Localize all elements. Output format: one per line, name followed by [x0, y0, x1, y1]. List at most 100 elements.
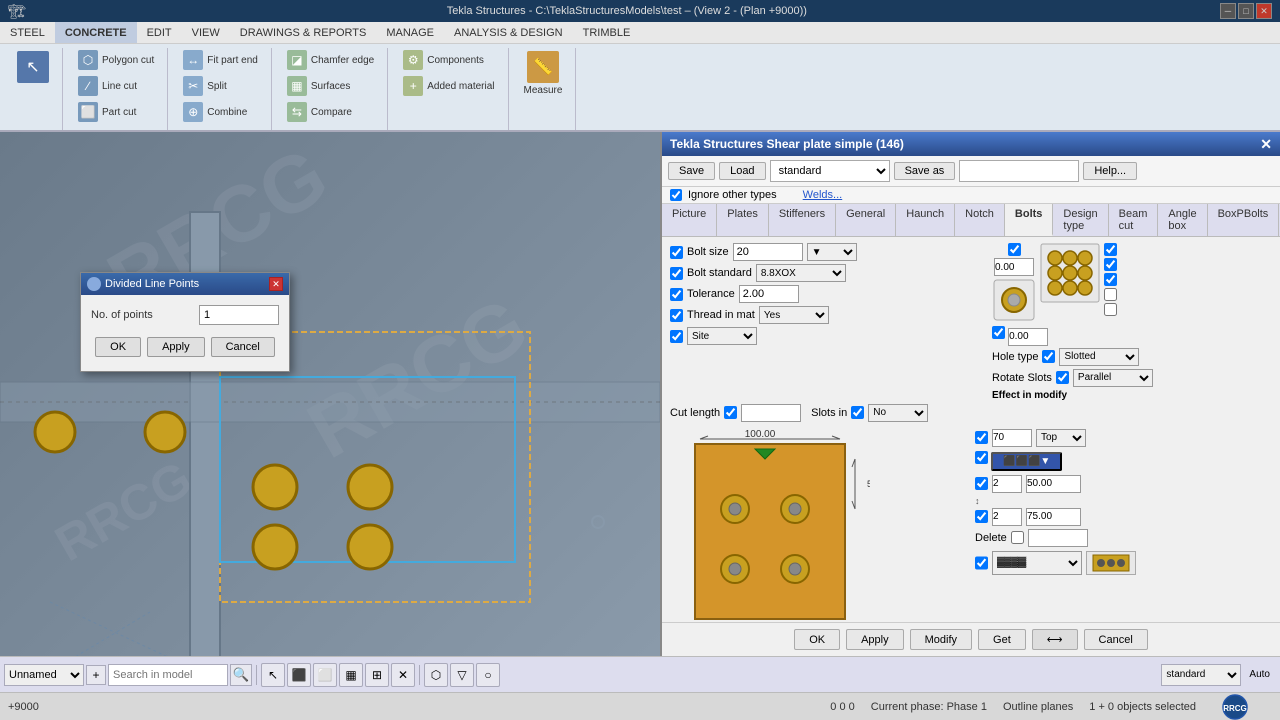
cb1[interactable]	[1104, 243, 1117, 256]
ignore-checkbox[interactable]	[670, 189, 682, 201]
rotate-slots-checkbox[interactable]	[1056, 371, 1069, 384]
line-cut-button[interactable]: ∕ Line cut	[73, 74, 159, 98]
bolt-size-select[interactable]: ▼	[807, 243, 857, 261]
help-button[interactable]: Help...	[1083, 162, 1137, 180]
tab-plates[interactable]: Plates	[717, 204, 769, 236]
footer-ok-button[interactable]: OK	[794, 629, 840, 650]
tab-notch[interactable]: Notch	[955, 204, 1005, 236]
spacing2-input[interactable]	[1026, 508, 1081, 526]
pos-checkbox[interactable]	[975, 431, 988, 444]
tool-btn-2[interactable]: ▽	[450, 663, 474, 687]
pos-input[interactable]	[992, 429, 1032, 447]
num-points-input[interactable]	[199, 305, 279, 325]
search-button[interactable]: 🔍	[230, 664, 252, 686]
connection-type-select[interactable]: ▓▓▓▓	[992, 551, 1082, 575]
footer-get-button[interactable]: Get	[978, 629, 1026, 650]
tolerance-checkbox[interactable]	[670, 288, 683, 301]
hole-type-select[interactable]: Slotted	[1059, 348, 1139, 366]
conn-type-checkbox[interactable]	[975, 551, 988, 575]
compare-button[interactable]: ⇆ Compare	[282, 100, 379, 124]
tab-design-type[interactable]: Design type	[1053, 204, 1108, 236]
tolerance-input[interactable]	[739, 285, 799, 303]
select-btn-5[interactable]: ⊞	[365, 663, 389, 687]
bolt-standard-select[interactable]: 8.8XOX	[756, 264, 846, 282]
footer-modify-button[interactable]: Modify	[910, 629, 972, 650]
select-btn-2[interactable]: ⬛	[287, 663, 311, 687]
footer-apply-button[interactable]: Apply	[846, 629, 904, 650]
tab-general[interactable]: General	[836, 204, 896, 236]
fit-part-end-button[interactable]: ↔ Fit part end	[178, 48, 263, 72]
val2-cb[interactable]	[992, 326, 1005, 339]
dialog-title-bar[interactable]: Divided Line Points ✕	[81, 273, 289, 295]
conn-type-icon[interactable]	[1086, 551, 1136, 575]
cb3[interactable]	[1104, 273, 1117, 286]
cb2[interactable]	[1104, 258, 1117, 271]
select-btn-3[interactable]: ⬜	[313, 663, 337, 687]
bolt-size-checkbox[interactable]	[670, 246, 683, 259]
bolt-size-input[interactable]	[733, 243, 803, 261]
footer-cancel-button[interactable]: Cancel	[1084, 629, 1148, 650]
site-select[interactable]: Site	[687, 327, 757, 345]
standard-mode-select[interactable]: standard	[1161, 664, 1241, 686]
slots-in-checkbox[interactable]	[851, 406, 864, 419]
hole-type-checkbox[interactable]	[1042, 350, 1055, 363]
ribbon-select-tool[interactable]: ↖	[12, 48, 54, 88]
count1-checkbox[interactable]	[975, 477, 988, 490]
menu-edit[interactable]: EDIT	[137, 22, 182, 43]
canvas-area[interactable]: RRCG RRCG RRCG	[0, 132, 660, 656]
apply-button[interactable]: Apply	[147, 337, 205, 357]
select-btn-6[interactable]: ✕	[391, 663, 415, 687]
tab-angle-box[interactable]: Angle box	[1158, 204, 1207, 236]
tab-stiffeners[interactable]: Stiffeners	[769, 204, 836, 236]
combine-button[interactable]: ⊕ Combine	[178, 100, 263, 124]
menu-concrete[interactable]: CONCRETE	[55, 22, 137, 43]
tool-btn-1[interactable]: ⬡	[424, 663, 448, 687]
spacing1-input[interactable]	[1026, 475, 1081, 493]
search-input[interactable]	[108, 664, 228, 686]
bolt-standard-checkbox[interactable]	[670, 267, 683, 280]
save-as-input[interactable]	[959, 160, 1079, 182]
right-panel-close-button[interactable]: ✕	[1260, 136, 1272, 153]
cb4[interactable]	[1104, 288, 1117, 301]
added-material-button[interactable]: + Added material	[398, 74, 499, 98]
select-btn-4[interactable]: ▦	[339, 663, 363, 687]
count2-input[interactable]	[992, 508, 1022, 526]
cb5[interactable]	[1104, 303, 1117, 316]
part-cut-button[interactable]: ⬜ Part cut	[73, 100, 159, 124]
save-as-button[interactable]: Save as	[894, 162, 956, 180]
tab-bolts[interactable]: Bolts	[1005, 204, 1054, 236]
measure-button[interactable]: 📏 Measure	[519, 48, 568, 99]
dialog-close-button[interactable]: ✕	[269, 277, 283, 291]
tab-beam-cut[interactable]: Beam cut	[1109, 204, 1159, 236]
slots-in-select[interactable]: No	[868, 404, 928, 422]
tab-select[interactable]: Unnamed	[4, 664, 84, 686]
delete-checkbox[interactable]	[1011, 531, 1024, 544]
bolt-pattern-button[interactable]: ⬛⬛⬛▼	[991, 452, 1062, 471]
pos-select[interactable]: Top	[1036, 429, 1086, 447]
bolt-img1-checkbox[interactable]	[1008, 243, 1021, 256]
thread-checkbox[interactable]	[670, 309, 683, 322]
footer-separator-btn[interactable]: ⟷	[1032, 629, 1078, 650]
cut-length-input[interactable]	[741, 404, 801, 422]
count1-input[interactable]	[992, 475, 1022, 493]
bolt-img1-val[interactable]	[994, 258, 1034, 276]
count2-checkbox[interactable]	[975, 510, 988, 523]
split-button[interactable]: ✂ Split	[178, 74, 263, 98]
menu-manage[interactable]: MANAGE	[376, 22, 444, 43]
delete-input[interactable]	[1028, 529, 1088, 547]
menu-analysis-design[interactable]: ANALYSIS & DESIGN	[444, 22, 573, 43]
surfaces-button[interactable]: ▦ Surfaces	[282, 74, 379, 98]
tool-btn-3[interactable]: ○	[476, 663, 500, 687]
polygon-cut-button[interactable]: ⬡ Polygon cut	[73, 48, 159, 72]
cut-length-checkbox[interactable]	[724, 406, 737, 419]
welds-link[interactable]: Welds...	[803, 189, 843, 201]
menu-trimble[interactable]: TRIMBLE	[573, 22, 641, 43]
maximize-button[interactable]: □	[1238, 3, 1254, 19]
add-tab-button[interactable]: +	[86, 665, 106, 685]
menu-drawings-reports[interactable]: DRAWINGS & REPORTS	[230, 22, 377, 43]
chamfer-edge-button[interactable]: ◪ Chamfer edge	[282, 48, 379, 72]
pattern-checkbox[interactable]	[975, 451, 988, 464]
menu-view[interactable]: VIEW	[182, 22, 230, 43]
tab-picture[interactable]: Picture	[662, 204, 717, 236]
rotate-slots-select[interactable]: Parallel	[1073, 369, 1153, 387]
